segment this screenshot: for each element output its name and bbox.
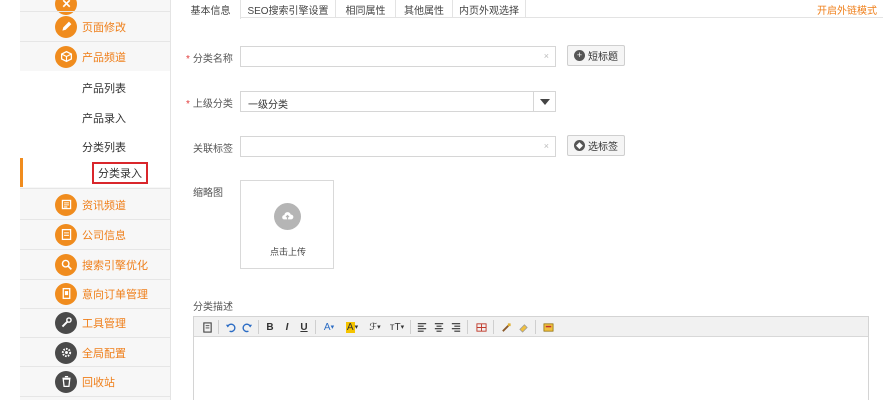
plus-icon: + xyxy=(574,50,585,61)
sidebar-item-page-edit[interactable]: 页面修改 xyxy=(20,12,170,41)
sidebar-item-products[interactable]: 产品频道 xyxy=(20,42,170,71)
align-center-icon[interactable] xyxy=(433,320,445,334)
clear-icon[interactable]: × xyxy=(544,51,549,61)
chevron-down-icon[interactable] xyxy=(533,92,555,111)
toolbar-separator xyxy=(410,320,411,334)
sidebar-item-news[interactable]: 资讯频道 xyxy=(20,190,170,219)
font-color-button[interactable]: A ▾ xyxy=(321,320,337,334)
category-name-input[interactable]: × xyxy=(240,46,556,67)
divider xyxy=(20,188,170,189)
thumbnail-label: 缩略图 xyxy=(193,188,223,199)
tags-input[interactable]: × xyxy=(240,136,556,157)
emoticon-icon[interactable] xyxy=(541,320,555,334)
italic-button[interactable]: I xyxy=(281,320,293,334)
parent-category-select[interactable]: 一级分类 xyxy=(240,91,556,112)
submenu-item-product-list[interactable]: 产品列表 xyxy=(82,80,126,96)
sidebar-item-label: 工具管理 xyxy=(82,317,126,330)
sidebar-item-label: 公司信息 xyxy=(82,229,126,242)
tab-seo[interactable]: SEO搜索引擎设置 xyxy=(241,0,336,18)
box-icon xyxy=(55,45,77,68)
sidebar-item-company[interactable]: 公司信息 xyxy=(20,220,170,249)
sidebar-item-tools[interactable]: 工具管理 xyxy=(20,308,170,337)
tags-label: 关联标签 xyxy=(193,144,233,155)
search-icon xyxy=(55,253,77,276)
pencil-icon xyxy=(55,15,77,38)
newspaper-icon xyxy=(55,193,77,216)
sidebar-item-label: 全局配置 xyxy=(82,347,126,360)
short-title-button[interactable]: + 短标题 xyxy=(567,45,625,66)
toolbar-separator xyxy=(493,320,494,334)
document-icon xyxy=(55,223,77,246)
sidebar-item-global-config[interactable]: 全局配置 xyxy=(20,338,170,367)
active-indicator xyxy=(20,158,23,187)
divider xyxy=(20,396,170,397)
sidebar-item-label: 产品频道 xyxy=(82,51,126,64)
underline-button[interactable]: U xyxy=(298,320,310,334)
highlight-button[interactable]: A ▾ xyxy=(343,320,361,334)
sidebar-item-label: 资讯频道 xyxy=(82,199,126,212)
description-label: 分类描述 xyxy=(193,302,233,313)
sidebar-item-label: 搜索引擎优化 xyxy=(82,259,148,272)
font-size-button[interactable]: тT ▾ xyxy=(388,320,406,334)
tag-icon: ◆ xyxy=(574,140,585,151)
sidebar: 页面修改 产品频道 产品列表 产品录入 分类列表 分类录入 资讯频道 公司信息 … xyxy=(20,0,171,400)
bold-button[interactable]: B xyxy=(264,320,276,334)
toolbar-separator xyxy=(535,320,536,334)
source-icon[interactable] xyxy=(200,320,214,334)
submenu-item-product-entry[interactable]: 产品录入 xyxy=(82,110,126,126)
upload-text: 点击上传 xyxy=(269,247,306,257)
sidebar-item-seo[interactable]: 搜索引擎优化 xyxy=(20,250,170,279)
sidebar-item-label: 意向订单管理 xyxy=(82,288,148,301)
toolbar-separator xyxy=(218,320,219,334)
trash-icon xyxy=(55,370,77,393)
parent-category-value: 一级分类 xyxy=(248,100,288,111)
parent-category-label: * 上级分类 xyxy=(186,99,233,110)
table-icon[interactable] xyxy=(474,320,488,334)
thumbnail-upload[interactable]: 点击上传 xyxy=(240,180,334,269)
gear-icon xyxy=(55,341,77,364)
tab-page-appearance[interactable]: 内页外观选择 xyxy=(453,0,526,18)
toolbar-separator xyxy=(315,320,316,334)
external-link-mode-link[interactable]: 开启外链模式 xyxy=(817,2,877,17)
tab-common-attrs[interactable]: 相同属性 xyxy=(336,0,396,18)
tab-bar: 基本信息 SEO搜索引擎设置 相同属性 其他属性 内页外观选择 开启外链模式 xyxy=(181,0,883,19)
submenu-item-category-entry[interactable]: 分类录入 xyxy=(92,162,148,184)
category-name-label: * 分类名称 xyxy=(186,54,233,65)
tab-other-attrs[interactable]: 其他属性 xyxy=(396,0,453,18)
sidebar-item-label: 回收站 xyxy=(82,376,115,389)
toolbar-separator xyxy=(258,320,259,334)
eraser-icon[interactable] xyxy=(516,320,530,334)
tab-basic-info[interactable]: 基本信息 xyxy=(181,0,241,19)
select-tags-button[interactable]: ◆ 选标签 xyxy=(567,135,625,156)
sidebar-item-trash[interactable]: 回收站 xyxy=(20,367,170,396)
align-left-icon[interactable] xyxy=(416,320,428,334)
toolbar-separator xyxy=(467,320,468,334)
description-editor[interactable]: B I U A ▾ A ▾ ℱ ▾ тT ▾ xyxy=(193,316,869,400)
redo-icon[interactable] xyxy=(240,320,254,334)
font-family-button[interactable]: ℱ ▾ xyxy=(366,320,384,334)
cloud-upload-icon xyxy=(274,203,301,230)
brush-icon[interactable] xyxy=(499,320,513,334)
wrench-icon xyxy=(55,311,77,334)
submenu-item-category-list[interactable]: 分类列表 xyxy=(82,139,126,155)
align-right-icon[interactable] xyxy=(450,320,462,334)
sidebar-item-orders[interactable]: 意向订单管理 xyxy=(20,279,170,308)
sidebar-item-label: 页面修改 xyxy=(82,21,126,34)
editor-toolbar: B I U A ▾ A ▾ ℱ ▾ тT ▾ xyxy=(194,317,868,337)
undo-icon[interactable] xyxy=(223,320,237,334)
clear-icon[interactable]: × xyxy=(544,141,549,151)
order-icon xyxy=(55,282,77,305)
